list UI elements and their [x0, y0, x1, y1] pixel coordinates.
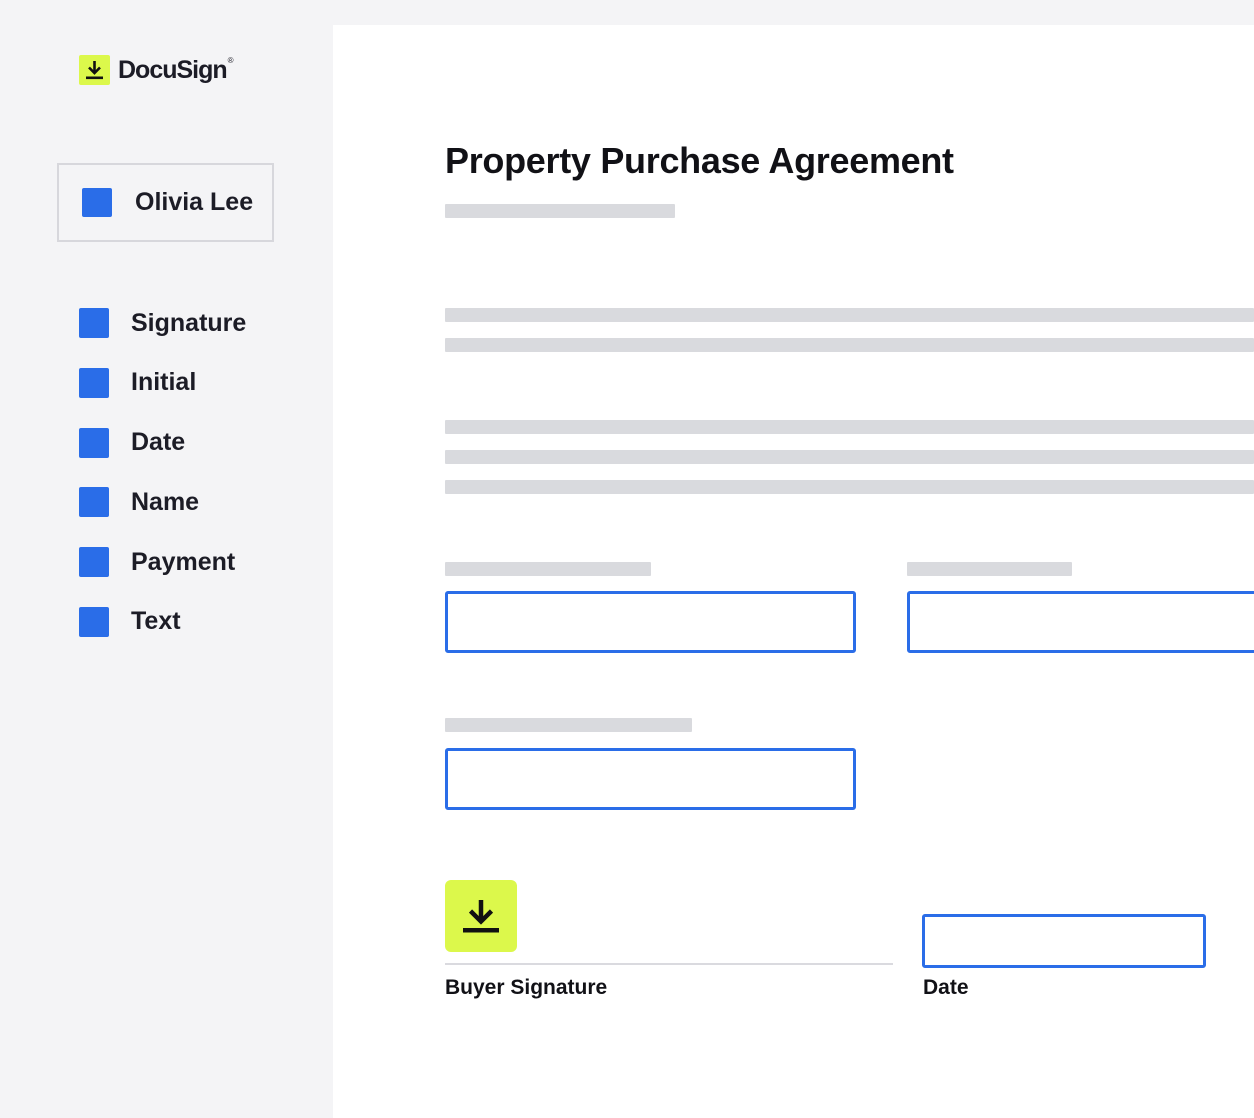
field-color-swatch — [79, 427, 109, 458]
text-placeholder-line — [445, 420, 1254, 434]
signature-tag[interactable] — [445, 880, 517, 952]
document-title: Property Purchase Agreement — [445, 140, 954, 181]
download-arrow-icon — [79, 55, 110, 85]
field-label: Initial — [131, 368, 197, 397]
text-placeholder-line — [445, 450, 1254, 464]
docusign-logo: DocuSign® — [79, 55, 234, 85]
field-label-placeholder — [445, 718, 692, 732]
field-payment[interactable]: Payment — [79, 547, 246, 578]
field-label: Signature — [131, 308, 247, 337]
field-label: Date — [131, 428, 186, 457]
app-window: DocuSign® Olivia Lee Signature Initial D… — [0, 0, 1254, 1118]
recipient-color-swatch — [82, 188, 112, 217]
text-field-3[interactable] — [445, 748, 856, 810]
text-placeholder-line — [445, 338, 1254, 352]
field-label: Payment — [131, 547, 236, 576]
date-caption: Date — [923, 976, 969, 999]
recipient-name: Olivia Lee — [135, 188, 254, 216]
sidebar: DocuSign® Olivia Lee Signature Initial D… — [0, 0, 333, 1118]
field-signature[interactable]: Signature — [79, 308, 246, 338]
subtitle-placeholder-line — [445, 204, 675, 218]
field-label: Text — [131, 607, 181, 636]
field-date[interactable]: Date — [79, 427, 246, 458]
text-field-1[interactable] — [445, 591, 856, 653]
field-label-placeholder — [907, 562, 1072, 576]
download-arrow-icon — [463, 900, 499, 933]
trademark-symbol: ® — [227, 55, 234, 65]
field-color-swatch — [79, 547, 109, 578]
date-signed-field[interactable] — [922, 914, 1206, 968]
field-color-swatch — [79, 487, 109, 518]
signature-line — [445, 963, 893, 965]
field-initial[interactable]: Initial — [79, 367, 246, 398]
field-label: Name — [131, 487, 200, 516]
field-name[interactable]: Name — [79, 487, 246, 518]
field-color-swatch — [79, 308, 109, 338]
field-label-placeholder — [445, 562, 651, 576]
recipient-selector[interactable]: Olivia Lee — [57, 163, 274, 242]
logo-wordmark-text: DocuSign — [118, 55, 228, 84]
logo-wordmark: DocuSign® — [118, 55, 234, 85]
field-palette: Signature Initial Date Name Payment Text — [79, 308, 246, 667]
text-field-2[interactable] — [907, 591, 1254, 653]
signature-caption: Buyer Signature — [445, 976, 608, 999]
field-color-swatch — [79, 606, 109, 637]
text-placeholder-line — [445, 308, 1254, 322]
field-text[interactable]: Text — [79, 606, 246, 637]
text-placeholder-line — [445, 480, 1254, 494]
field-color-swatch — [79, 367, 109, 398]
document-page: Property Purchase Agreement Buyer Signat… — [333, 25, 1254, 1118]
